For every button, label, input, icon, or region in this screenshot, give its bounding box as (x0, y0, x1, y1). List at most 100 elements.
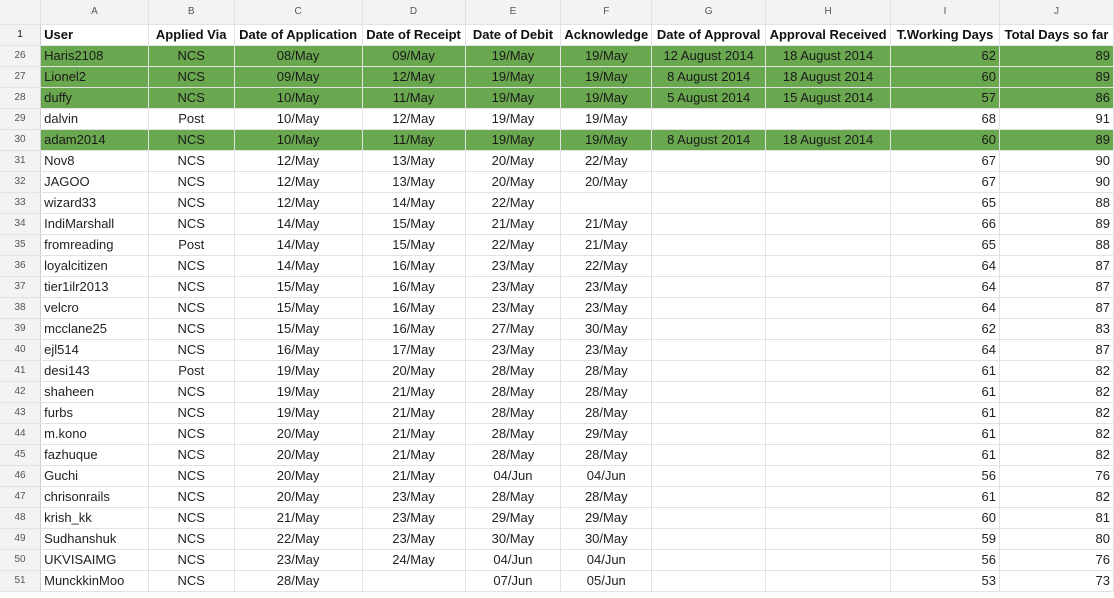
cell-date-of-debit[interactable]: 23/May (465, 276, 562, 298)
cell-user[interactable]: mcclane25 (40, 318, 149, 340)
cell-working-days[interactable]: 59 (890, 528, 1000, 550)
cell-date-of-debit[interactable]: 19/May (465, 66, 562, 88)
cell-user[interactable]: Haris2108 (40, 45, 149, 67)
row-number[interactable]: 47 (0, 486, 42, 508)
cell-date-of-application[interactable]: 15/May (234, 276, 363, 298)
cell-date-of-approval[interactable] (651, 549, 767, 571)
cell-user[interactable]: desi143 (40, 360, 149, 382)
cell-date-of-debit[interactable]: 27/May (465, 318, 562, 340)
cell-date-of-debit[interactable]: 19/May (465, 45, 562, 67)
cell-acknowledge[interactable]: 28/May (560, 381, 653, 403)
cell-date-of-approval[interactable]: 8 August 2014 (651, 129, 767, 151)
cell-working-days[interactable]: 61 (890, 444, 1000, 466)
cell-applied-via[interactable]: NCS (148, 213, 235, 235)
cell-total-days[interactable]: 76 (999, 465, 1114, 487)
cell-date-of-application[interactable]: 15/May (234, 297, 363, 319)
cell-user[interactable]: adam2014 (40, 129, 149, 151)
cell-working-days[interactable]: 61 (890, 423, 1000, 445)
cell-total-days[interactable]: 82 (999, 444, 1114, 466)
cell-date-of-application[interactable]: 20/May (234, 486, 363, 508)
header-cell-date-of-receipt[interactable]: Date of Receipt (362, 24, 466, 46)
cell-date-of-debit[interactable]: 29/May (465, 507, 562, 529)
cell-approval-received[interactable] (765, 318, 892, 340)
cell-working-days[interactable]: 65 (890, 192, 1000, 214)
cell-acknowledge[interactable]: 19/May (560, 87, 653, 109)
cell-applied-via[interactable]: NCS (148, 255, 235, 277)
cell-date-of-approval[interactable] (651, 276, 767, 298)
cell-applied-via[interactable]: Post (148, 234, 235, 256)
cell-date-of-application[interactable]: 21/May (234, 507, 363, 529)
cell-date-of-approval[interactable] (651, 213, 767, 235)
cell-approval-received[interactable]: 18 August 2014 (765, 45, 892, 67)
cell-date-of-application[interactable]: 08/May (234, 45, 363, 67)
cell-approval-received[interactable] (765, 423, 892, 445)
cell-date-of-debit[interactable]: 07/Jun (465, 570, 562, 592)
cell-user[interactable]: wizard33 (40, 192, 149, 214)
cell-applied-via[interactable]: NCS (148, 66, 235, 88)
row-number[interactable]: 27 (0, 66, 42, 88)
cell-date-of-debit[interactable]: 23/May (465, 255, 562, 277)
cell-approval-received[interactable] (765, 234, 892, 256)
column-header[interactable]: B (148, 0, 235, 25)
row-number[interactable]: 36 (0, 255, 42, 277)
cell-user[interactable]: Lionel2 (40, 66, 149, 88)
cell-date-of-application[interactable]: 12/May (234, 150, 363, 172)
cell-date-of-application[interactable]: 16/May (234, 339, 363, 361)
cell-approval-received[interactable] (765, 570, 892, 592)
cell-date-of-approval[interactable]: 12 August 2014 (651, 45, 767, 67)
header-cell-applied-via[interactable]: Applied Via (148, 24, 235, 46)
cell-working-days[interactable]: 67 (890, 171, 1000, 193)
cell-approval-received[interactable] (765, 381, 892, 403)
cell-acknowledge[interactable]: 20/May (560, 171, 653, 193)
cell-approval-received[interactable] (765, 192, 892, 214)
column-header[interactable]: D (362, 0, 466, 25)
cell-date-of-approval[interactable] (651, 108, 767, 130)
cell-user[interactable]: Sudhanshuk (40, 528, 149, 550)
cell-working-days[interactable]: 61 (890, 381, 1000, 403)
cell-applied-via[interactable]: Post (148, 360, 235, 382)
cell-date-of-receipt[interactable]: 15/May (362, 213, 466, 235)
cell-total-days[interactable]: 76 (999, 549, 1114, 571)
cell-date-of-application[interactable]: 19/May (234, 402, 363, 424)
cell-total-days[interactable]: 88 (999, 234, 1114, 256)
cell-working-days[interactable]: 64 (890, 255, 1000, 277)
row-number[interactable]: 51 (0, 570, 42, 592)
cell-date-of-approval[interactable] (651, 297, 767, 319)
cell-date-of-approval[interactable] (651, 423, 767, 445)
cell-total-days[interactable]: 86 (999, 87, 1114, 109)
cell-approval-received[interactable]: 18 August 2014 (765, 129, 892, 151)
column-header[interactable]: A (40, 0, 149, 25)
cell-date-of-receipt[interactable]: 17/May (362, 339, 466, 361)
cell-user[interactable]: fazhuque (40, 444, 149, 466)
cell-date-of-application[interactable]: 22/May (234, 528, 363, 550)
row-number[interactable]: 49 (0, 528, 42, 550)
cell-applied-via[interactable]: NCS (148, 276, 235, 298)
header-cell-approval-received[interactable]: Approval Received (765, 24, 892, 46)
cell-date-of-debit[interactable]: 04/Jun (465, 465, 562, 487)
cell-total-days[interactable]: 89 (999, 45, 1114, 67)
row-number[interactable]: 44 (0, 423, 42, 445)
cell-date-of-receipt[interactable]: 21/May (362, 381, 466, 403)
cell-date-of-debit[interactable]: 23/May (465, 339, 562, 361)
cell-applied-via[interactable]: NCS (148, 549, 235, 571)
cell-total-days[interactable]: 87 (999, 276, 1114, 298)
cell-date-of-application[interactable]: 20/May (234, 444, 363, 466)
cell-approval-received[interactable]: 15 August 2014 (765, 87, 892, 109)
cell-total-days[interactable]: 87 (999, 297, 1114, 319)
cell-date-of-application[interactable]: 14/May (234, 213, 363, 235)
cell-user[interactable]: JAGOO (40, 171, 149, 193)
row-number[interactable]: 48 (0, 507, 42, 529)
cell-user[interactable]: shaheen (40, 381, 149, 403)
header-cell-date-of-debit[interactable]: Date of Debit (465, 24, 562, 46)
cell-date-of-receipt[interactable]: 24/May (362, 549, 466, 571)
column-header[interactable]: F (560, 0, 653, 25)
cell-applied-via[interactable]: NCS (148, 339, 235, 361)
cell-approval-received[interactable] (765, 171, 892, 193)
cell-user[interactable]: velcro (40, 297, 149, 319)
cell-working-days[interactable]: 56 (890, 549, 1000, 571)
cell-total-days[interactable]: 89 (999, 213, 1114, 235)
column-header[interactable]: J (999, 0, 1114, 25)
cell-acknowledge[interactable]: 21/May (560, 213, 653, 235)
cell-total-days[interactable]: 81 (999, 507, 1114, 529)
row-number[interactable]: 29 (0, 108, 42, 130)
